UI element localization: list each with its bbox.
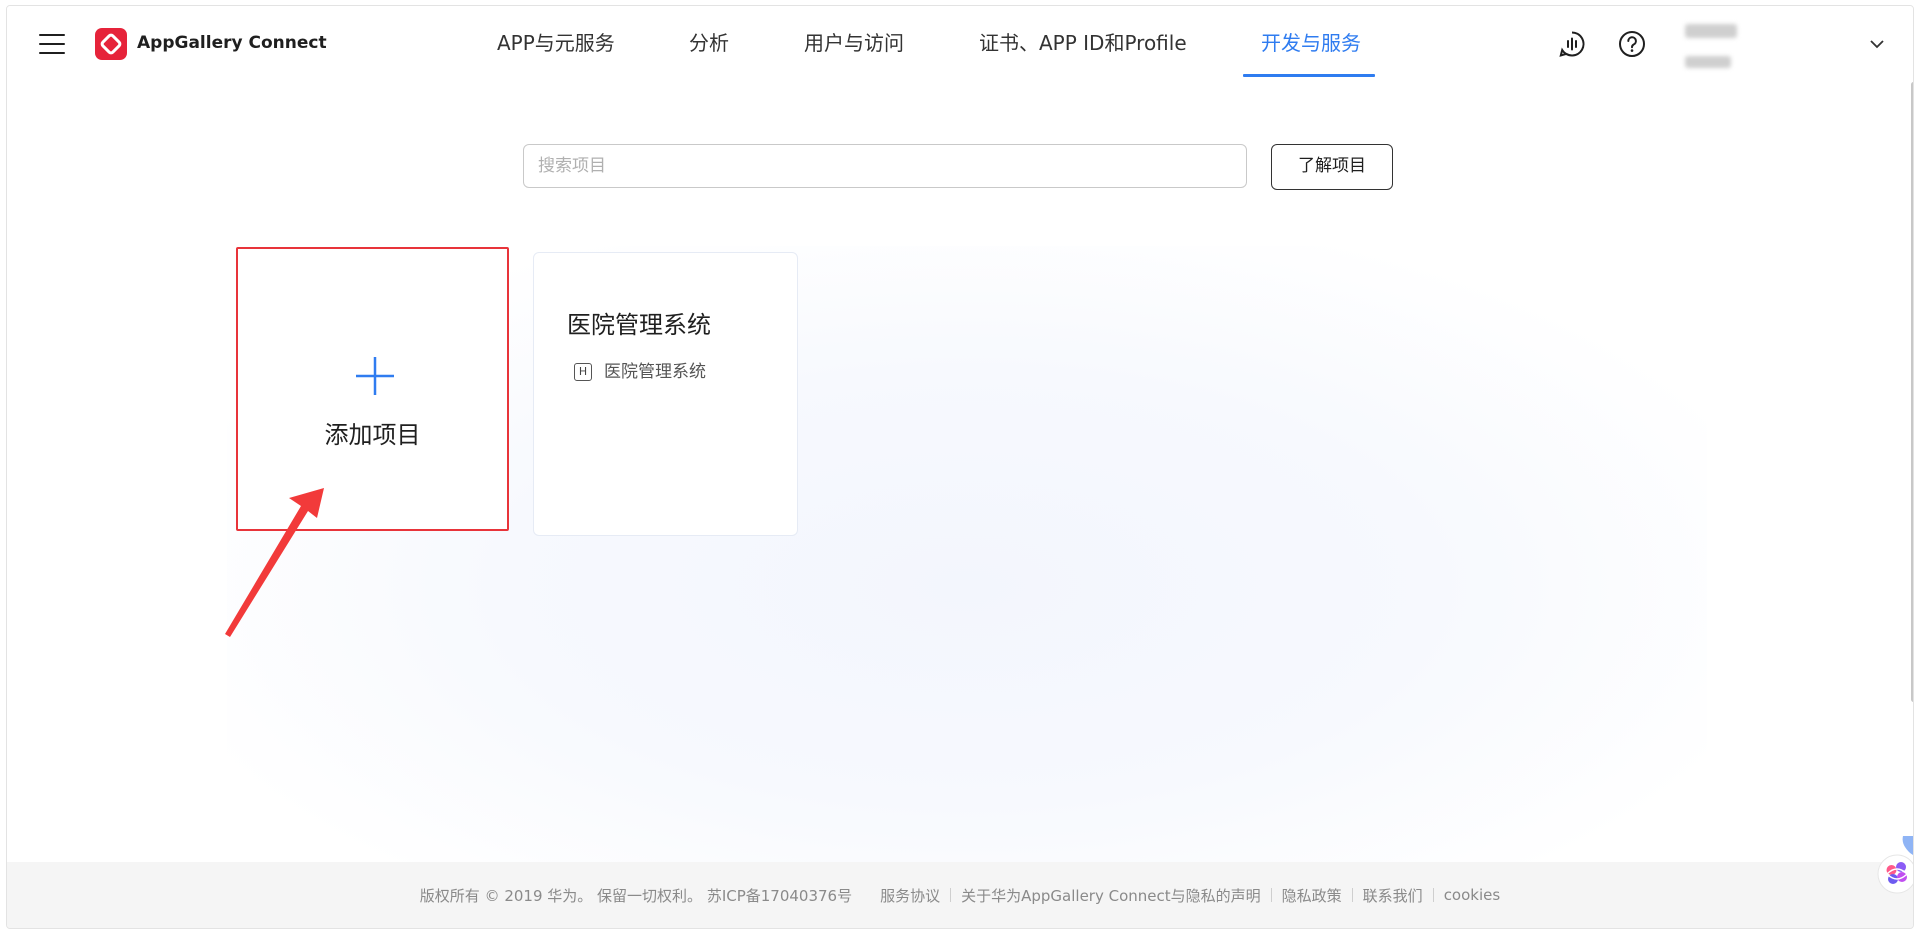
project-card[interactable]: 医院管理系统 H 医院管理系统 xyxy=(533,252,798,536)
app-window: AppGallery Connect APP与元服务 分析 用户与访问 证书、A… xyxy=(6,5,1914,929)
footer-link-contact-us[interactable]: 联系我们 xyxy=(1363,885,1423,906)
top-navigation-bar: AppGallery Connect APP与元服务 分析 用户与访问 证书、A… xyxy=(7,6,1913,78)
add-project-card[interactable]: 添加项目 xyxy=(236,247,509,531)
tab-certificates[interactable]: 证书、APP ID和Profile xyxy=(979,28,1187,58)
footer-link-privacy-policy[interactable]: 隐私政策 xyxy=(1282,885,1342,906)
search-project-input[interactable] xyxy=(523,144,1247,188)
add-project-label: 添加项目 xyxy=(324,421,421,449)
voice-support-icon[interactable] xyxy=(1558,30,1586,58)
footer-divider xyxy=(950,888,952,902)
tab-develop-and-services[interactable]: 开发与服务 xyxy=(1261,28,1361,58)
tab-analytics[interactable]: 分析 xyxy=(689,28,729,58)
plus-icon xyxy=(354,355,396,397)
tab-app-and-services[interactable]: APP与元服务 xyxy=(497,28,615,58)
active-tab-indicator xyxy=(1243,74,1375,77)
footer-link-privacy-statement[interactable]: 关于华为AppGallery Connect与隐私的声明 xyxy=(961,885,1261,906)
brand-name[interactable]: AppGallery Connect xyxy=(137,30,327,56)
app-badge-icon: H xyxy=(574,363,592,381)
vertical-scrollbar[interactable] xyxy=(1911,82,1913,702)
footer-link-cookies[interactable]: cookies xyxy=(1444,886,1501,904)
footer-link-service-agreement[interactable]: 服务协议 xyxy=(880,885,940,906)
footer-copyright: 版权所有 © 2019 华为。 保留一切权利。 苏ICP备17040376号 xyxy=(419,886,853,905)
appgallery-logo-icon[interactable] xyxy=(95,28,127,60)
project-title: 医院管理系统 xyxy=(567,311,711,339)
chevron-down-icon[interactable] xyxy=(1867,36,1887,52)
footer: 版权所有 © 2019 华为。 保留一切权利。 苏ICP备17040376号 服… xyxy=(7,862,1913,928)
learn-project-button[interactable]: 了解项目 xyxy=(1271,144,1393,190)
ai-assistant-icon[interactable] xyxy=(1873,834,1913,894)
project-app-name: 医院管理系统 xyxy=(604,362,706,382)
footer-divider xyxy=(1351,888,1353,902)
user-account-info[interactable] xyxy=(1683,20,1745,76)
tab-users-and-access[interactable]: 用户与访问 xyxy=(804,28,904,58)
footer-divider xyxy=(1270,888,1272,902)
help-icon[interactable] xyxy=(1618,30,1646,58)
footer-divider xyxy=(1432,888,1434,902)
menu-icon[interactable] xyxy=(39,34,65,54)
